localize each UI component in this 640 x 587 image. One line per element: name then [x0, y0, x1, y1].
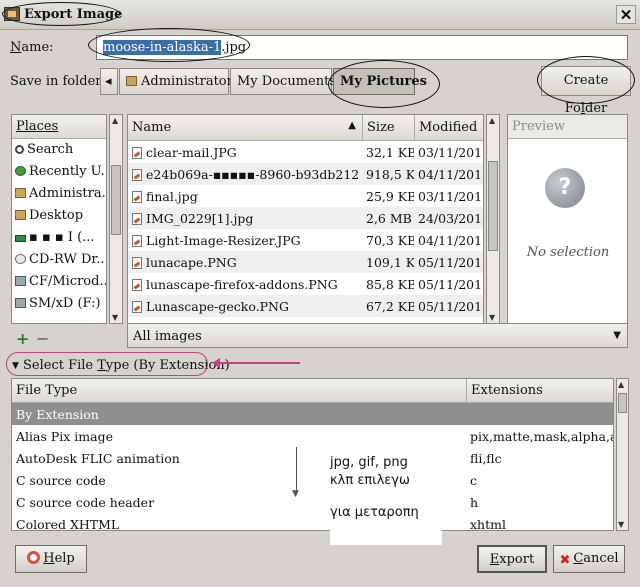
file-row[interactable]: e24b069a-▪▪▪▪▪-8960-b93db212...918,5 KB0… [128, 163, 483, 185]
annotation-arrow-line [296, 447, 297, 493]
image-file-icon [132, 213, 142, 225]
add-bookmark-button[interactable]: + [16, 329, 29, 348]
question-mark-icon: ? [545, 168, 585, 208]
create-folder-annotation-ellipse [537, 56, 635, 104]
annotation-line-2: κλπ επιλεγω [330, 473, 410, 488]
places-scrollbar[interactable]: ▲ ▼ [109, 114, 123, 324]
breadcrumb-administrator[interactable]: Administrator [119, 68, 233, 95]
scroll-up-icon[interactable]: ▲ [112, 116, 118, 125]
column-header-extensions[interactable]: Extensions [467, 379, 613, 403]
help-button[interactable]: Help [15, 545, 87, 573]
file-filter-select[interactable]: All images ▼ [127, 323, 628, 348]
file-row[interactable]: Light-Image-Resizer.JPG 70,3 KB 04/11/2011 [128, 229, 483, 251]
folder-icon [15, 188, 26, 198]
image-file-icon [132, 147, 142, 159]
card-icon [15, 276, 26, 286]
remove-bookmark-button[interactable]: − [36, 329, 49, 348]
places-scroll-thumb[interactable] [111, 165, 121, 235]
save-in-folder-label: Save in folder: [10, 74, 106, 89]
file-list-scroll-thumb[interactable] [488, 161, 498, 251]
scroll-up-icon[interactable]: ▲ [618, 380, 624, 389]
place-cd-rw[interactable]: CD-RW Dr... [12, 249, 106, 271]
file-type-row[interactable]: C source code header h [12, 491, 613, 513]
cancel-button[interactable]: ✖ Cancel [553, 545, 625, 573]
close-icon[interactable]: ✕ [616, 5, 636, 24]
file-row[interactable]: lunacape.PNG109,1 KB05/11/2011 [128, 251, 483, 273]
preview-pane: Preview [507, 114, 628, 324]
file-list-scrollbar[interactable]: ▲ ▼ [486, 114, 500, 324]
scroll-down-icon[interactable]: ▼ [489, 313, 495, 322]
place-search[interactable]: Search [12, 139, 106, 161]
title-annotation-ellipse [2, 2, 120, 26]
image-file-icon [132, 235, 142, 247]
place-administrator[interactable]: Administra... [12, 183, 106, 205]
annotation-line-3: για μεταροπη [330, 505, 419, 520]
column-header-modified[interactable]: Modified [415, 115, 483, 141]
file-type-scroll-thumb[interactable] [618, 393, 627, 413]
no-selection-text: No selection [526, 245, 610, 260]
file-row[interactable]: final.jpg 25,9 KB 03/11/2011 [128, 185, 483, 207]
file-row[interactable]: IMG_0229[1].jpg 2,6 MB 24/03/2012 [128, 207, 483, 229]
image-file-icon [132, 169, 142, 181]
file-row[interactable]: clear-mail.JPG 32,1 KB 03/11/2011 [128, 141, 483, 163]
file-list: Name ▲ Size Modified clear-mail.JPG 32,1 K… [127, 114, 484, 324]
recent-icon [15, 166, 26, 176]
scroll-down-icon[interactable]: ▼ [618, 520, 624, 529]
file-type-row[interactable]: Alias Pix image pix,matte,mask,alpha,als [12, 425, 613, 447]
column-header-name[interactable]: Name ▲ [128, 115, 363, 141]
image-file-icon [132, 301, 142, 313]
sort-ascending-icon: ▲ [348, 120, 356, 131]
annotation-arrow-head: ▼ [292, 489, 299, 499]
file-type-row[interactable]: AutoDesk FLIC animation fli,flc [12, 447, 613, 469]
image-file-icon [132, 191, 142, 203]
cancel-icon: ✖ [559, 553, 571, 568]
file-row[interactable]: lunascape-firefox-addons.PNG 85,8 KB 05/11… [128, 273, 483, 295]
scroll-up-icon[interactable]: ▲ [489, 116, 495, 125]
folder-icon [15, 210, 26, 220]
annotation-arrow [212, 358, 300, 368]
file-type-row[interactable]: By Extension [12, 403, 613, 425]
image-file-icon [132, 257, 142, 269]
filename-annotation-ellipse [88, 28, 250, 62]
breadcrumb-back-button[interactable]: ◂ [100, 68, 118, 95]
places-header[interactable]: Places [12, 115, 106, 139]
image-file-icon [132, 279, 142, 291]
place-cf-microdrive[interactable]: CF/Microd... [12, 271, 106, 293]
scroll-down-icon[interactable]: ▼ [112, 313, 118, 322]
preview-header: Preview [508, 115, 627, 139]
breadcrumb-my-documents[interactable]: My Documents [230, 68, 336, 95]
annotation-line-1: jpg, gif, png [330, 455, 408, 470]
place-desktop[interactable]: Desktop [12, 205, 106, 227]
search-icon [15, 145, 24, 154]
cd-icon [15, 254, 26, 264]
file-type-row[interactable]: C source code c [12, 469, 613, 491]
annotation-note: jpg, gif, png κλπ επιλεγω για μεταροπη [330, 445, 442, 545]
file-type-table: File Type Extensions By Extension Alias … [11, 378, 614, 531]
folder-icon [126, 76, 137, 86]
column-header-size[interactable]: Size [363, 115, 415, 141]
place-sm-xd[interactable]: SM/xD (F:) [12, 293, 106, 315]
breadcrumb-annotation-ellipse [328, 60, 440, 108]
file-type-scrollbar[interactable]: ▲ ▼ [616, 378, 629, 531]
column-header-file-type[interactable]: File Type [12, 379, 467, 403]
place-drive[interactable]: ▪ ▪ ▪ I (... [12, 227, 106, 249]
place-recently-used[interactable]: Recently U... [12, 161, 106, 183]
file-row[interactable]: Lunascape-gecko.PNG 67,2 KB 05/11/2011 [128, 295, 483, 317]
export-button[interactable]: Export [477, 545, 547, 573]
expander-annotation-outline [6, 352, 208, 376]
lifebuoy-icon [27, 551, 41, 564]
drive-icon [15, 235, 26, 242]
card-icon [15, 298, 26, 308]
places-pane: Places Search Recently U... Administra..… [11, 114, 107, 324]
name-label: Name: [10, 40, 54, 55]
chevron-down-icon: ▼ [613, 330, 621, 341]
file-type-row[interactable]: Colored XHTML xhtml [12, 513, 613, 530]
